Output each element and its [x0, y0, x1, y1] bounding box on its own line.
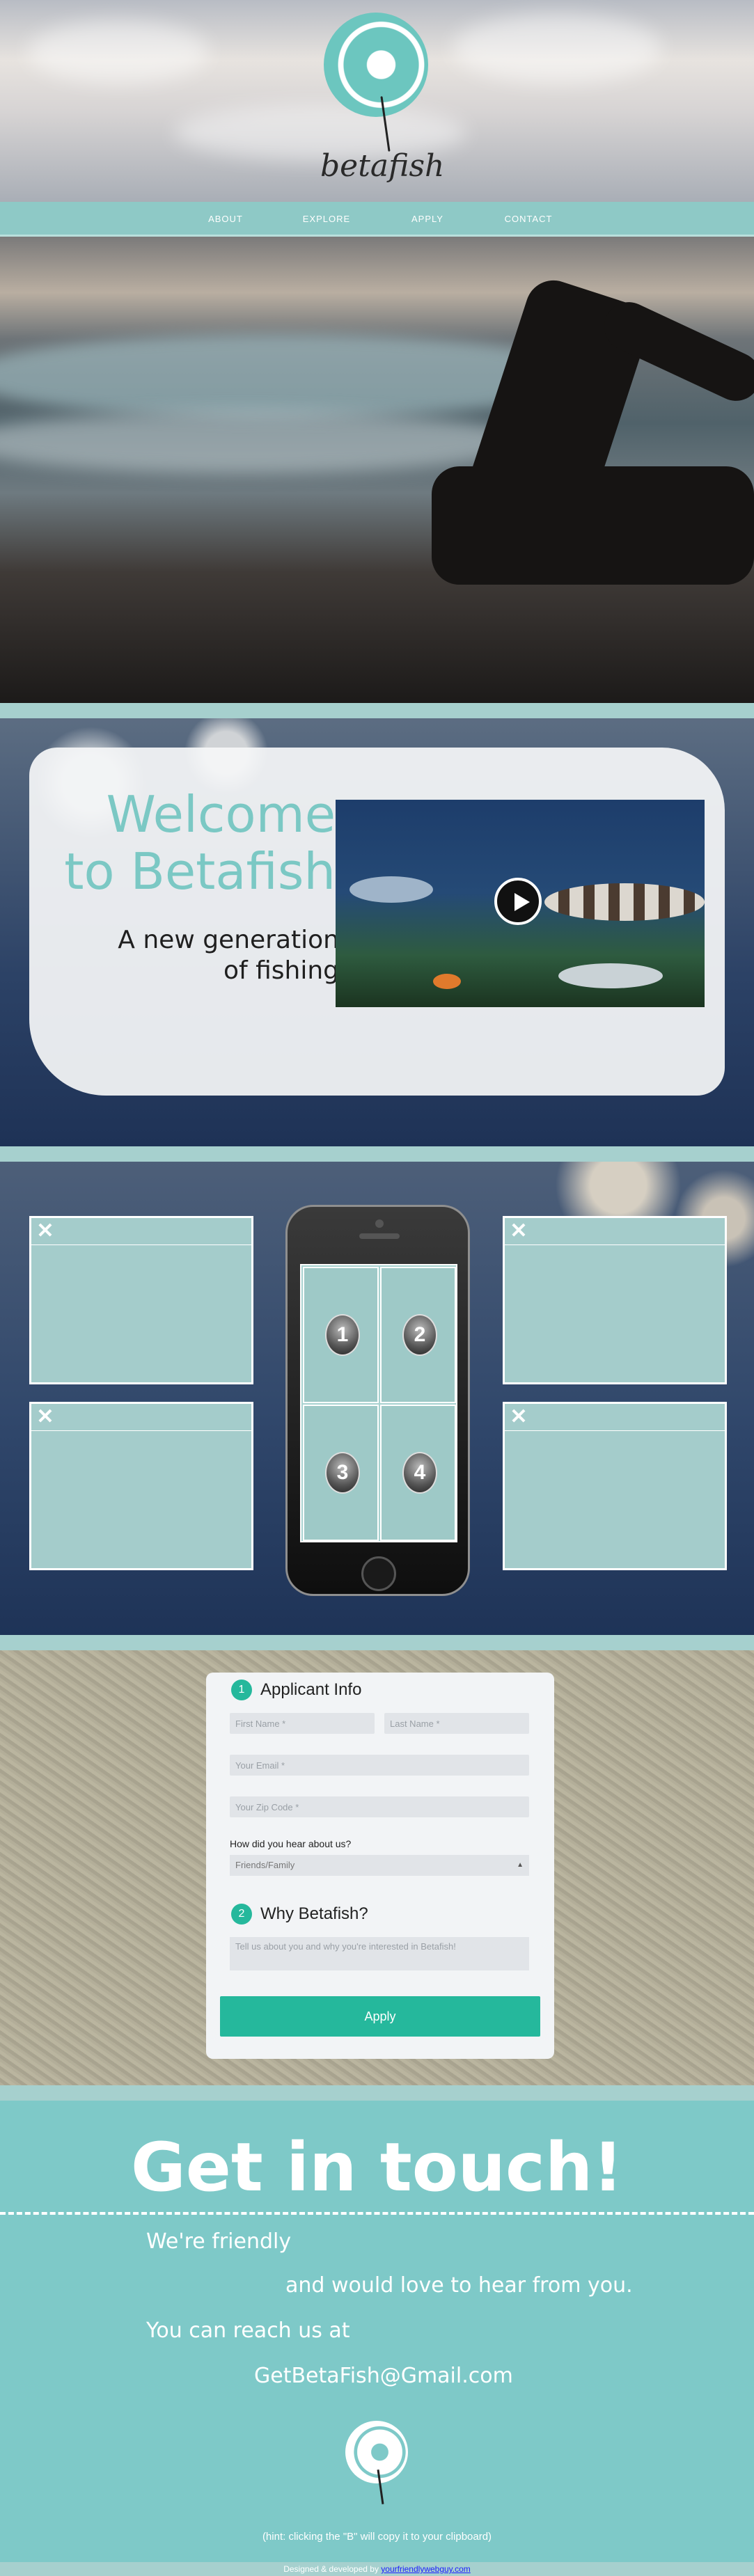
step-1-title: Applicant Info [260, 1680, 362, 1699]
apply-section: 1 Applicant Info How did you hear about … [0, 1650, 754, 2085]
contact-title: Get in touch! [130, 2128, 624, 2206]
welcome-subtitle: A new generation of fishing [57, 925, 339, 986]
welcome-sub-line2: of fishing [223, 956, 339, 985]
select-arrows-icon: ▲ [517, 1861, 524, 1869]
phone-screen: 1 2 3 4 [300, 1264, 457, 1542]
panel-divider [31, 1244, 251, 1245]
referral-label: How did you hear about us? [230, 1838, 352, 1849]
referral-select[interactable]: Friends/Family ▲ [230, 1855, 529, 1876]
contact-section: Get in touch! We're friendly and would l… [0, 2101, 754, 2562]
contact-line-2: and would love to hear from you. [285, 2273, 633, 2298]
panel-divider [505, 1244, 725, 1245]
site-header: betafish [0, 0, 754, 202]
explore-tile-1[interactable]: 1 [303, 1267, 379, 1403]
section-divider [0, 703, 754, 718]
explore-section: ✕ ✕ ✕ ✕ 1 2 3 4 [0, 1162, 754, 1635]
nav-explore[interactable]: EXPLORE [276, 202, 377, 235]
contact-line-1: We're friendly [146, 2229, 292, 2254]
foam-shape [0, 411, 529, 473]
fish-shape [558, 963, 663, 988]
welcome-title-line1: Welcome [106, 785, 336, 844]
footer-credit: Designed & developed by [283, 2564, 379, 2574]
info-panel-2: ✕ [503, 1216, 727, 1384]
footer-link[interactable]: yourfriendlywebguy.com [381, 2564, 471, 2574]
hero-image [0, 237, 754, 703]
close-icon[interactable]: ✕ [509, 1405, 528, 1429]
driftwood-shape [432, 466, 754, 585]
fish-shape [349, 876, 433, 903]
tile-number: 2 [402, 1314, 437, 1356]
contact-email[interactable]: GetBetaFish@Gmail.com [254, 2364, 513, 2388]
phone-home-button [361, 1556, 396, 1591]
section-divider [0, 1635, 754, 1650]
tile-number: 1 [325, 1314, 360, 1356]
site-footer: Designed & developed by yourfriendlywebg… [0, 2562, 754, 2576]
section-divider [0, 2085, 754, 2101]
copy-hint: (hint: clicking the "B" will copy it to … [262, 2531, 492, 2543]
welcome-title-line2: to Betafish [64, 842, 336, 901]
close-icon[interactable]: ✕ [36, 1405, 55, 1429]
close-icon[interactable]: ✕ [509, 1219, 528, 1243]
apply-button[interactable]: Apply [220, 1996, 540, 2037]
zip-code-input[interactable] [230, 1796, 529, 1817]
email-input[interactable] [230, 1755, 529, 1776]
fish-shape [544, 883, 705, 921]
main-nav: ABOUT EXPLORE APPLY CONTACT [0, 202, 754, 237]
fish-shape [433, 974, 461, 989]
nav-about[interactable]: ABOUT [175, 202, 276, 235]
cloud [28, 21, 209, 84]
nav-apply[interactable]: APPLY [377, 202, 478, 235]
close-icon[interactable]: ✕ [36, 1219, 55, 1243]
referral-selected-value: Friends/Family [235, 1860, 295, 1870]
phone-speaker [359, 1233, 400, 1239]
explore-tile-4[interactable]: 4 [380, 1405, 456, 1541]
copy-email-logo-icon[interactable] [345, 2421, 408, 2483]
play-button[interactable] [494, 878, 542, 925]
about-section: Welcome to Betafish A new generation of … [0, 718, 754, 1146]
cloud [453, 14, 661, 84]
explore-tile-2[interactable]: 2 [380, 1267, 456, 1403]
tile-number: 3 [325, 1452, 360, 1494]
nav-contact[interactable]: CONTACT [478, 202, 579, 235]
info-panel-4: ✕ [503, 1402, 727, 1570]
tile-number: 4 [402, 1452, 437, 1494]
section-divider [0, 1146, 754, 1162]
contact-line-3: You can reach us at [146, 2318, 350, 2343]
welcome-card: Welcome to Betafish A new generation of … [29, 748, 725, 1096]
step-2-badge: 2 [231, 1904, 252, 1925]
info-panel-3: ✕ [29, 1402, 253, 1570]
betafish-logo-icon [324, 13, 428, 117]
step-1-badge: 1 [231, 1680, 252, 1700]
phone-camera [375, 1219, 384, 1228]
dashed-divider [0, 2212, 754, 2215]
last-name-input[interactable] [384, 1713, 529, 1734]
why-betafish-textarea[interactable] [230, 1937, 529, 1970]
explore-tile-3[interactable]: 3 [303, 1405, 379, 1541]
brand-logo[interactable]: betafish [320, 13, 445, 200]
panel-divider [31, 1430, 251, 1431]
welcome-sub-line1: A new generation [118, 926, 339, 954]
first-name-input[interactable] [230, 1713, 375, 1734]
info-panel-1: ✕ [29, 1216, 253, 1384]
brand-name: betafish [320, 148, 445, 184]
step-2-title: Why Betafish? [260, 1904, 368, 1923]
panel-divider [505, 1430, 725, 1431]
welcome-title: Welcome to Betafish [57, 786, 336, 900]
step-2-header: 2 Why Betafish? [231, 1904, 368, 1925]
phone-mockup: 1 2 3 4 [285, 1205, 470, 1596]
step-1-header: 1 Applicant Info [231, 1680, 361, 1700]
application-form: 1 Applicant Info How did you hear about … [206, 1673, 554, 2059]
video-player[interactable] [336, 800, 705, 1007]
